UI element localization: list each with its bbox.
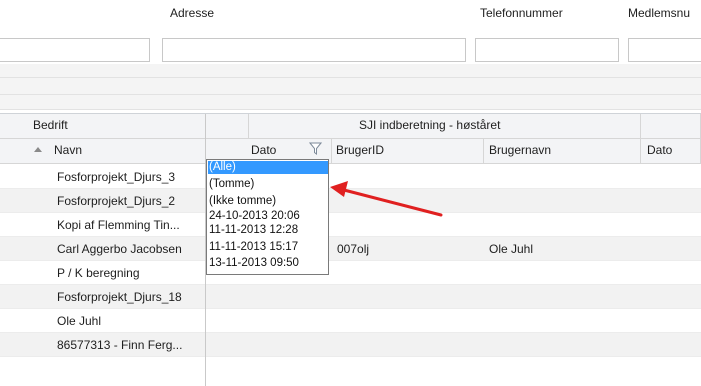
sort-ascending-icon <box>34 147 42 152</box>
data-grid: Bedrift SJI indberetning - høståret Navn… <box>0 113 701 386</box>
divider <box>0 77 701 78</box>
divider <box>0 109 701 110</box>
name-cell: P / K beregning <box>57 266 140 280</box>
filter-option-not-empty[interactable]: (Ikke tomme) <box>208 195 328 208</box>
column-label: Brugernavn <box>489 143 552 157</box>
member-field[interactable] <box>628 38 701 62</box>
band-header-bedrift[interactable]: Bedrift <box>0 114 206 139</box>
column-label: Dato <box>251 143 277 157</box>
table-row[interactable]: Ole Juhl <box>0 309 701 333</box>
column-header-userid[interactable]: BrugerID <box>332 139 484 164</box>
column-label: BrugerID <box>336 143 385 157</box>
band-header-extra <box>641 114 701 139</box>
name-cell: Fosforprojekt_Djurs_2 <box>57 194 176 208</box>
name-cell: 86577313 - Finn Ferg... <box>57 338 183 352</box>
name-cell: Fosforprojekt_Djurs_18 <box>57 290 182 304</box>
filter-option-all[interactable]: (Alle) <box>208 161 328 174</box>
toolbar-band <box>0 64 701 110</box>
phone-field[interactable] <box>475 38 619 62</box>
table-row[interactable]: Kopi af Flemming Tin... <box>0 213 701 237</box>
filter-option-date[interactable]: 24-10-2013 20:06 <box>208 210 328 223</box>
column-header-username[interactable]: Brugernavn <box>484 139 641 164</box>
column-label: Navn <box>54 143 83 157</box>
table-row[interactable]: 86577313 - Finn Ferg... <box>0 333 701 357</box>
table-row[interactable]: Carl Aggerbo Jacobsen 007olj Ole Juhl <box>0 237 701 261</box>
phone-label: Telefonnummer <box>480 6 563 20</box>
date-filter-dropdown[interactable]: (Alle) (Tomme) (Ikke tomme) 24-10-2013 2… <box>206 159 329 275</box>
table-row[interactable]: P / K beregning <box>0 261 701 285</box>
name-cell: Carl Aggerbo Jacobsen <box>57 242 182 256</box>
column-header-date2[interactable]: Dato <box>641 139 701 164</box>
filter-option-empty[interactable]: (Tomme) <box>208 178 328 191</box>
table-row[interactable]: Fosforprojekt_Djurs_2 <box>0 189 701 213</box>
table-row[interactable]: Fosforprojekt_Djurs_3 <box>0 165 701 189</box>
member-label: Medlemsnu <box>628 6 691 20</box>
filter-option-date[interactable]: 11-11-2013 15:17 <box>208 241 328 254</box>
address-field[interactable] <box>162 38 466 62</box>
name-cell: Fosforprojekt_Djurs_3 <box>57 170 176 184</box>
band-header-label: SJI indberetning - høståret <box>359 118 501 132</box>
column-header-name[interactable]: Navn <box>0 139 206 164</box>
name-cell: Kopi af Flemming Tin... <box>57 218 180 232</box>
filter-option-date[interactable]: 11-11-2013 12:28 <box>208 224 328 237</box>
column-label: Dato <box>647 143 673 157</box>
userid-cell: 007olj <box>337 242 370 256</box>
name-cell: Ole Juhl <box>57 314 102 328</box>
divider <box>0 94 701 95</box>
name-filter-field[interactable] <box>0 38 150 62</box>
address-label: Adresse <box>170 6 215 20</box>
filter-option-date[interactable]: 13-11-2013 09:50 <box>208 257 328 270</box>
band-header-sji[interactable]: SJI indberetning - høståret <box>249 114 641 139</box>
band-header-blank <box>206 114 249 139</box>
band-header-label: Bedrift <box>33 118 68 132</box>
username-cell: Ole Juhl <box>489 242 534 256</box>
filter-icon[interactable] <box>308 142 323 156</box>
table-row[interactable]: Fosforprojekt_Djurs_18 <box>0 285 701 309</box>
